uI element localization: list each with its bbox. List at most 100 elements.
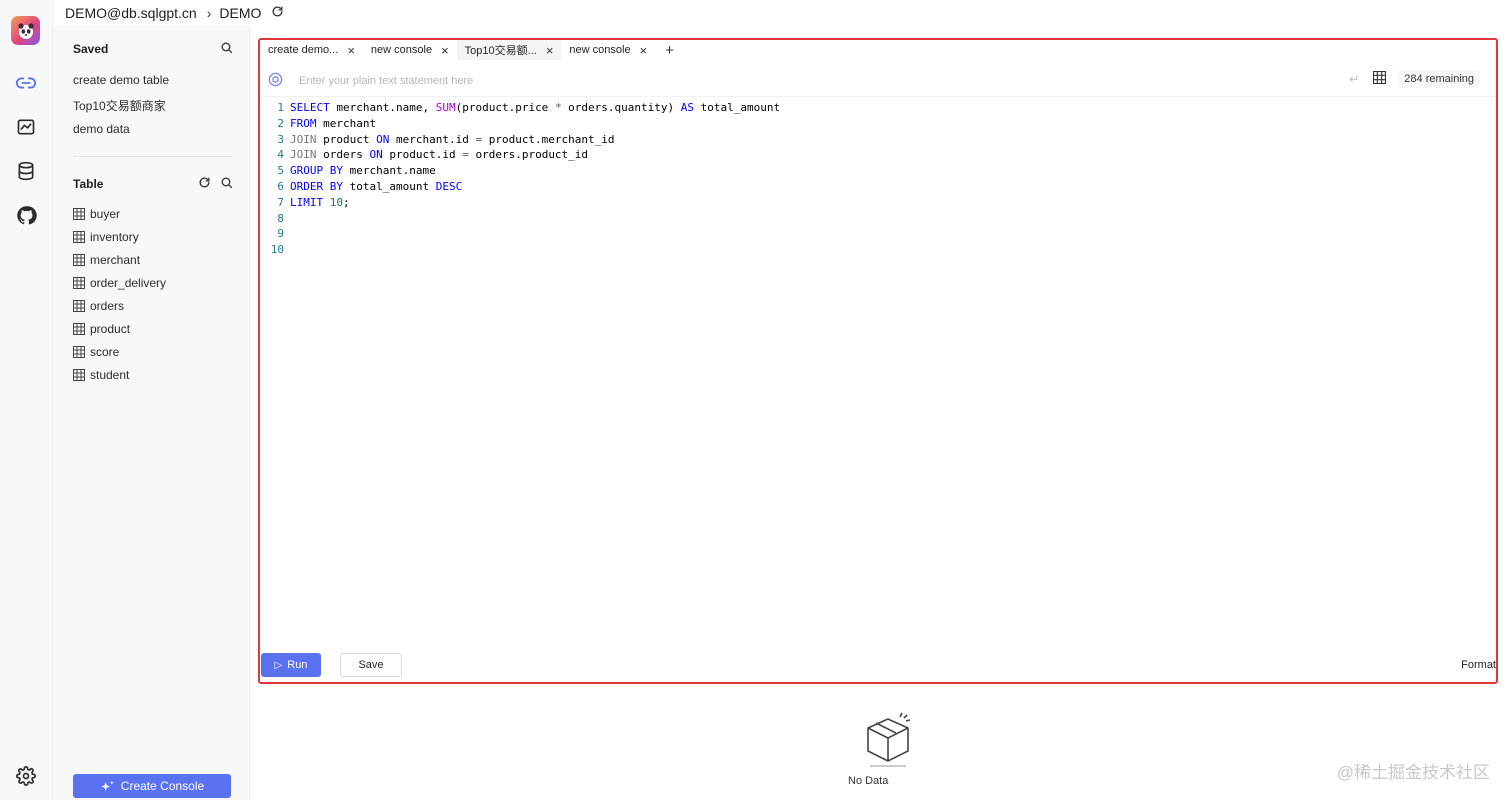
table-icon: [73, 346, 85, 358]
code-token: product.merchant_id: [482, 132, 615, 146]
database-name[interactable]: DEMO: [219, 5, 261, 21]
code-token: ON: [376, 132, 390, 146]
code-token: ;: [343, 195, 350, 209]
code-token: FROM: [290, 116, 317, 130]
saved-item[interactable]: create demo table: [73, 73, 169, 87]
github-icon[interactable]: [14, 203, 38, 227]
table-item-student[interactable]: student: [73, 368, 129, 382]
line-number: 4: [277, 148, 284, 162]
sparkle-icon: [101, 780, 114, 791]
enter-icon[interactable]: ↵: [1349, 72, 1359, 86]
table-item-label: product: [90, 322, 131, 336]
tab-top10[interactable]: Top10交易额... ×: [456, 40, 562, 60]
app-logo[interactable]: [11, 16, 40, 45]
table-item-product[interactable]: product: [73, 322, 130, 336]
tab-label: create demo...: [268, 44, 339, 56]
link-icon[interactable]: [14, 71, 38, 95]
code-token: ORDER BY: [290, 179, 343, 193]
nl-prompt-input[interactable]: [299, 72, 899, 90]
run-button[interactable]: ▷ Run: [261, 653, 321, 677]
saved-item[interactable]: demo data: [73, 122, 130, 136]
tab-label: new console: [569, 44, 631, 56]
line-number: 6: [277, 179, 284, 193]
format-button[interactable]: Format: [1461, 659, 1496, 671]
sql-console-panel: create demo... × new console × Top10交易额.…: [258, 38, 1498, 684]
search-icon[interactable]: [220, 176, 233, 192]
table-item-label: student: [90, 368, 130, 382]
breadcrumb: DEMO@db.sqlgpt.cn › DEMO: [52, 0, 1512, 26]
code-token: =: [475, 132, 483, 146]
table-item-inventory[interactable]: inventory: [73, 230, 139, 244]
table-item-label: merchant: [90, 253, 141, 267]
code-token: GROUP BY: [290, 164, 343, 178]
results-panel: No Data: [252, 686, 1512, 800]
close-icon[interactable]: ×: [347, 44, 355, 57]
code-token: merchant.name,: [329, 101, 436, 114]
dashboard-icon[interactable]: [14, 115, 38, 139]
sidebar: Saved create demo table Top10交易额商家 demo …: [53, 26, 250, 800]
code-line: 9: [260, 226, 1496, 242]
play-icon: ▷: [274, 659, 283, 671]
code-line: 4 JOIN orders ON product.id = orders.pro…: [260, 147, 1496, 163]
connection-name[interactable]: DEMO@db.sqlgpt.cn: [65, 5, 197, 21]
code-token: product: [316, 132, 377, 146]
line-number: 3: [277, 132, 284, 146]
create-console-label: Create Console: [120, 779, 205, 793]
table-item-label: order_delivery: [90, 276, 167, 290]
table-item-order-delivery[interactable]: order_delivery: [73, 276, 166, 290]
tab-create-demo[interactable]: create demo... ×: [260, 40, 363, 60]
table-item-score[interactable]: score: [73, 345, 119, 359]
create-console-button[interactable]: Create Console: [73, 774, 231, 798]
close-icon[interactable]: ×: [441, 44, 449, 57]
table-icon: [73, 277, 85, 289]
database-icon[interactable]: [14, 159, 38, 183]
no-data-label: No Data: [848, 775, 889, 787]
table-icon: [73, 323, 85, 335]
tab-label: new console: [370, 44, 433, 56]
table-item-merchant[interactable]: merchant: [73, 253, 140, 267]
nl-prompt-bar: ↵ 284 remaining: [260, 66, 1496, 97]
saved-title: Saved: [73, 42, 109, 56]
close-icon[interactable]: ×: [546, 44, 554, 57]
refresh-icon[interactable]: [198, 176, 211, 192]
line-number: 7: [277, 195, 284, 209]
code-token: 10: [329, 195, 343, 209]
table-view-icon[interactable]: [1373, 71, 1387, 87]
code-token: ON: [369, 148, 383, 162]
close-icon[interactable]: ×: [640, 44, 648, 57]
code-token: JOIN: [290, 132, 317, 146]
code-line: 5 GROUP BY merchant.name: [260, 163, 1496, 179]
tab-new-console[interactable]: new console ×: [363, 40, 457, 60]
ai-icon: [268, 72, 283, 92]
refresh-icon[interactable]: [271, 5, 284, 21]
gear-icon[interactable]: [14, 764, 38, 788]
code-line: 7 LIMIT 10;: [260, 195, 1496, 211]
search-icon[interactable]: [220, 41, 233, 57]
code-editor[interactable]: 1 SELECT merchant.name, SUM (product.pric…: [260, 100, 1496, 258]
code-token: total_amount: [694, 101, 781, 114]
code-line: 1 SELECT merchant.name, SUM (product.pric…: [260, 100, 1496, 116]
panda-logo-icon: [17, 22, 34, 39]
table-item-orders[interactable]: orders: [73, 299, 124, 313]
code-token: product.id: [382, 148, 463, 162]
line-number: 9: [277, 227, 284, 241]
line-number: 1: [277, 101, 284, 114]
code-token: DESC: [435, 179, 463, 193]
table-item-label: orders: [90, 299, 125, 313]
code-line: 2 FROM merchant: [260, 116, 1496, 132]
tab-new-console-2[interactable]: new console ×: [561, 40, 655, 60]
table-section-header: Table: [73, 176, 233, 192]
code-token: orders: [316, 148, 370, 162]
chevron-right-icon: ›: [206, 5, 212, 21]
table-item-buyer[interactable]: buyer: [73, 207, 120, 221]
saved-item[interactable]: Top10交易额商家: [73, 97, 166, 114]
table-item-label: buyer: [90, 207, 121, 221]
add-tab-button[interactable]: +: [655, 42, 684, 59]
divider: [73, 156, 233, 157]
save-button[interactable]: Save: [340, 653, 402, 677]
code-token: SUM: [435, 101, 456, 114]
table-title: Table: [73, 177, 104, 191]
code-token: orders.quantity): [561, 101, 681, 114]
code-token: JOIN: [290, 148, 317, 162]
